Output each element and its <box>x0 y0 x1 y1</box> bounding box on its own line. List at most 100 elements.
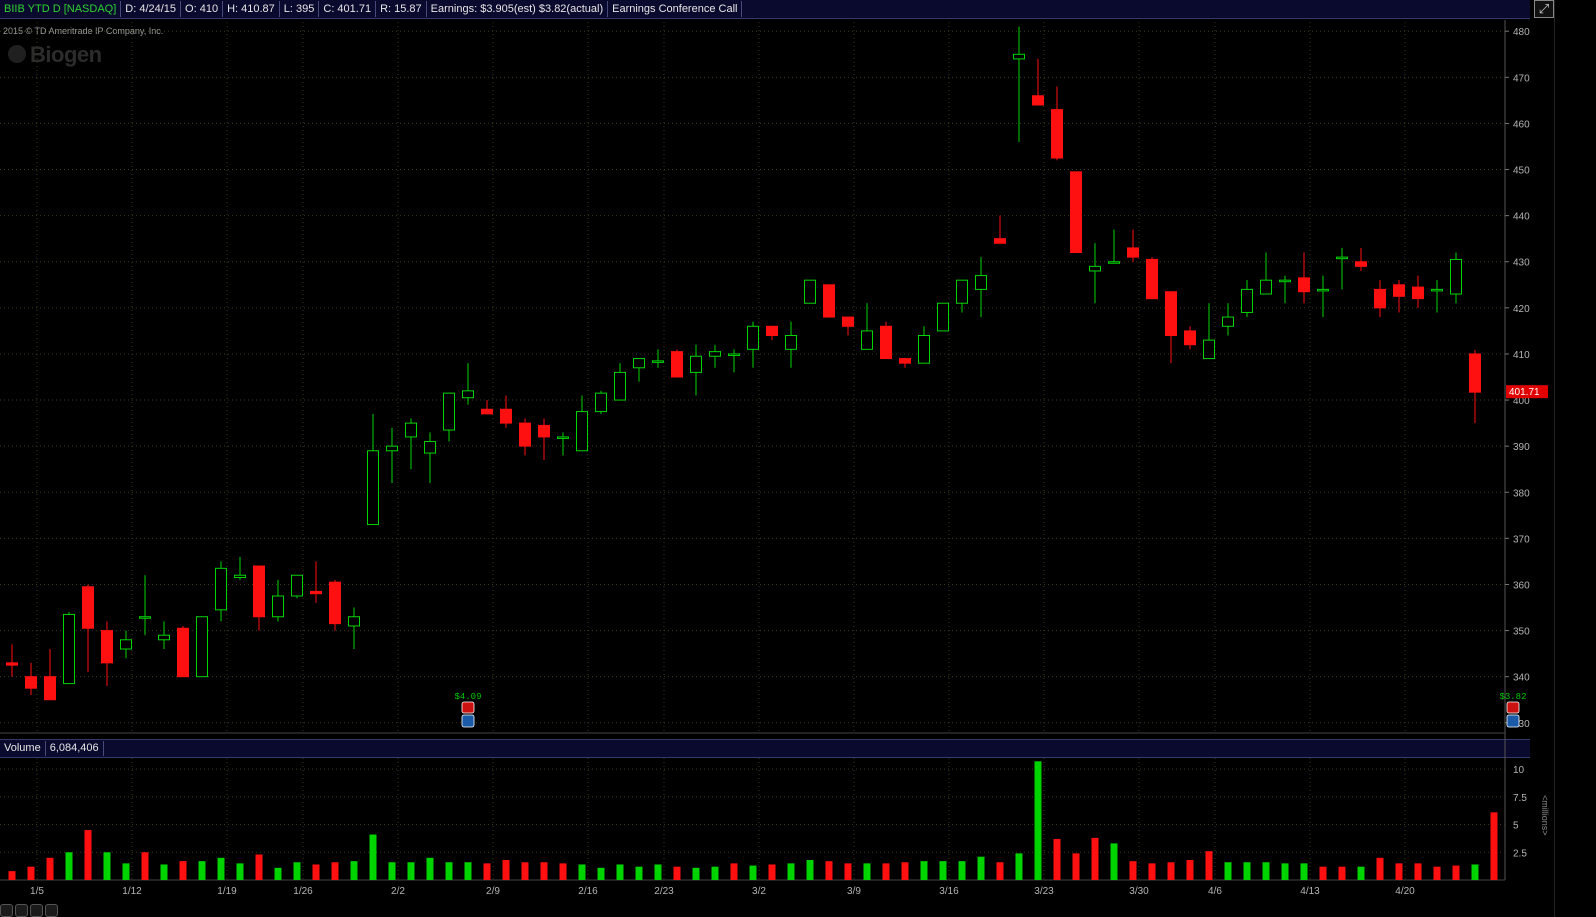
volume-bar[interactable] <box>844 863 852 880</box>
candle-body-up[interactable] <box>785 335 797 350</box>
candle-body-down[interactable] <box>766 325 778 337</box>
candle-body-down[interactable] <box>880 325 892 360</box>
volume-bar[interactable] <box>521 862 529 880</box>
candle-body-down[interactable] <box>1127 247 1139 258</box>
volume-bar[interactable] <box>1129 861 1137 880</box>
volume-bar[interactable] <box>312 864 320 880</box>
volume-bar[interactable] <box>160 864 168 880</box>
candle-body-up[interactable] <box>652 360 664 363</box>
volume-bar[interactable] <box>464 862 472 880</box>
candle-body-down[interactable] <box>1070 171 1082 254</box>
volume-bar[interactable] <box>1034 761 1042 880</box>
volume-bar[interactable] <box>1243 862 1251 880</box>
candle-body-up[interactable] <box>804 279 816 304</box>
volume-bar[interactable] <box>274 867 282 880</box>
candle-body-up[interactable] <box>196 616 208 678</box>
volume-bar[interactable] <box>958 861 966 880</box>
candle-body-up[interactable] <box>139 616 151 619</box>
candle-body-down[interactable] <box>1412 286 1424 300</box>
candle-body-up[interactable] <box>576 411 588 452</box>
candle-body-down[interactable] <box>6 662 18 666</box>
candle-body-up[interactable] <box>557 436 569 439</box>
volume-bar[interactable] <box>350 861 358 880</box>
volume-bar[interactable] <box>1262 862 1270 880</box>
conference-call-icon[interactable] <box>1506 714 1520 728</box>
volume-bar[interactable] <box>331 862 339 880</box>
candle-body-down[interactable] <box>823 284 835 318</box>
volume-bar[interactable] <box>369 834 377 880</box>
candle-body-down[interactable] <box>310 590 322 595</box>
volume-bar[interactable] <box>46 857 54 880</box>
candle-body-down[interactable] <box>1051 109 1063 159</box>
volume-bar[interactable] <box>1376 857 1384 880</box>
price-volume-chart[interactable]: 3303403503603703803904004104204304404504… <box>0 0 1596 917</box>
candle-body-up[interactable] <box>633 358 645 369</box>
candle-body-down[interactable] <box>1184 330 1196 346</box>
candle-body-up[interactable] <box>462 390 474 399</box>
volume-bar[interactable] <box>578 864 586 880</box>
candle-body-up[interactable] <box>1089 265 1101 272</box>
volume-bar[interactable] <box>236 863 244 880</box>
volume-bar[interactable] <box>1452 865 1460 880</box>
volume-bar[interactable] <box>27 866 35 880</box>
volume-bar[interactable] <box>730 863 738 880</box>
candle-body-up[interactable] <box>1260 279 1272 295</box>
volume-bar[interactable] <box>749 865 757 880</box>
volume-bar[interactable] <box>1395 863 1403 880</box>
volume-bar[interactable] <box>559 863 567 880</box>
volume-bar[interactable] <box>939 861 947 880</box>
candle-body-down[interactable] <box>842 316 854 327</box>
candle-body-up[interactable] <box>1317 288 1329 292</box>
conference-call-icon[interactable] <box>461 714 475 728</box>
volume-bar[interactable] <box>103 852 111 880</box>
candle-body-up[interactable] <box>975 275 987 290</box>
volume-bar[interactable] <box>445 862 453 880</box>
volume-bar[interactable] <box>977 856 985 880</box>
volume-bar[interactable] <box>692 867 700 880</box>
zoom-out-icon[interactable] <box>0 904 13 917</box>
volume-bar[interactable] <box>806 860 814 880</box>
candle-body-up[interactable] <box>1203 339 1215 360</box>
candle-body-up[interactable] <box>1279 279 1291 283</box>
volume-bar[interactable] <box>1224 862 1232 880</box>
drawing-icon[interactable] <box>45 904 58 917</box>
volume-bar[interactable] <box>198 861 206 880</box>
volume-bar[interactable] <box>768 864 776 880</box>
volume-bar[interactable] <box>996 862 1004 880</box>
candle-body-up[interactable] <box>1431 288 1443 292</box>
candle-body-down[interactable] <box>519 422 531 447</box>
candle-body-down[interactable] <box>25 676 37 689</box>
candle-body-down[interactable] <box>1298 277 1310 293</box>
volume-bar[interactable] <box>217 857 225 880</box>
volume-bar[interactable] <box>407 862 415 880</box>
candle-body-down[interactable] <box>500 408 512 424</box>
candle-body-down[interactable] <box>538 424 550 438</box>
volume-bar[interactable] <box>1015 853 1023 880</box>
earnings-phone-icon[interactable] <box>1506 701 1520 714</box>
volume-bar[interactable] <box>787 863 795 880</box>
candle-body-down[interactable] <box>1469 353 1481 393</box>
candle-body-up[interactable] <box>367 450 379 526</box>
candle-body-up[interactable] <box>1450 258 1462 295</box>
candle-body-up[interactable] <box>63 613 75 685</box>
volume-bar[interactable] <box>597 867 605 880</box>
candle-body-up[interactable] <box>405 422 417 438</box>
candle-body-up[interactable] <box>348 616 360 627</box>
candle-body-up[interactable] <box>728 353 740 356</box>
candle-body-down[interactable] <box>177 627 189 678</box>
candle-body-down[interactable] <box>82 586 94 629</box>
volume-bar[interactable] <box>122 863 130 880</box>
candle-body-down[interactable] <box>44 676 56 701</box>
candle-body-up[interactable] <box>1108 261 1120 264</box>
volume-bar[interactable] <box>1319 866 1327 880</box>
volume-bar[interactable] <box>141 852 149 880</box>
candle-body-up[interactable] <box>1013 53 1025 60</box>
volume-bar[interactable] <box>1433 866 1441 880</box>
candle-body-up[interactable] <box>956 279 968 304</box>
candle-body-up[interactable] <box>215 567 227 611</box>
reset-icon[interactable] <box>30 904 43 917</box>
candle-body-up[interactable] <box>291 574 303 597</box>
volume-bar[interactable] <box>1471 864 1479 880</box>
volume-bar[interactable] <box>616 864 624 880</box>
volume-bar[interactable] <box>293 862 301 880</box>
